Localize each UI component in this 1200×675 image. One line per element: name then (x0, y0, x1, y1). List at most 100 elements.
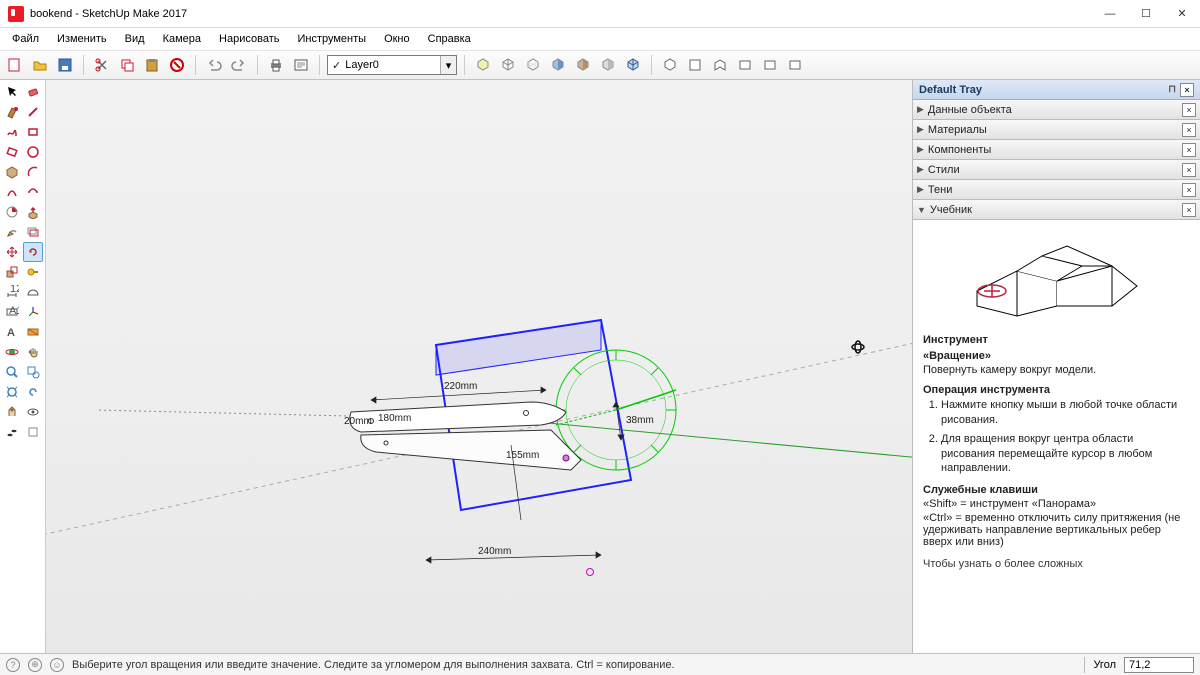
freehand-tool[interactable] (2, 122, 22, 142)
position-camera-tool[interactable] (2, 402, 22, 422)
panel-close-button[interactable]: × (1182, 123, 1196, 137)
panel-close-button[interactable]: × (1182, 163, 1196, 177)
print-button[interactable] (265, 54, 287, 76)
3pt-arc-tool[interactable] (23, 182, 43, 202)
panel-label: Материалы (928, 124, 987, 136)
paint-tool[interactable] (2, 102, 22, 122)
previous-view-tool[interactable] (23, 382, 43, 402)
protractor-tool[interactable] (23, 282, 43, 302)
style-mono-button[interactable] (597, 54, 619, 76)
dimension-tool[interactable]: 12 (2, 282, 22, 302)
text-tool[interactable]: A1 (2, 302, 22, 322)
orbit-tool[interactable] (2, 342, 22, 362)
panel-close-button[interactable]: × (1182, 143, 1196, 157)
rotated-rect-tool[interactable] (2, 142, 22, 162)
layer-combo[interactable]: ✓ Layer0 ▾ (327, 55, 457, 75)
select-tool[interactable] (2, 82, 22, 102)
panel-close-button[interactable]: × (1182, 103, 1196, 117)
view-left-button[interactable] (784, 54, 806, 76)
style-hidden-button[interactable] (522, 54, 544, 76)
view-iso-button[interactable] (659, 54, 681, 76)
style-wireframe-button[interactable] (497, 54, 519, 76)
menu-tools[interactable]: Инструменты (289, 31, 374, 47)
paste-button[interactable] (141, 54, 163, 76)
geo-icon[interactable]: ⊕ (28, 658, 42, 672)
delete-button[interactable] (166, 54, 188, 76)
mod-heading: Служебные клавиши (923, 484, 1190, 496)
view-front-button[interactable] (709, 54, 731, 76)
pie-tool[interactable] (2, 202, 22, 222)
maximize-button[interactable]: ☐ (1128, 0, 1164, 28)
polygon-tool[interactable] (2, 162, 22, 182)
panel-close-button[interactable]: × (1182, 183, 1196, 197)
view-back-button[interactable] (759, 54, 781, 76)
tape-tool[interactable] (23, 262, 43, 282)
new-button[interactable] (4, 54, 26, 76)
arc-tool[interactable] (23, 162, 43, 182)
help-icon[interactable]: ? (6, 658, 20, 672)
menu-edit[interactable]: Изменить (49, 31, 115, 47)
look-around-tool[interactable] (23, 402, 43, 422)
redo-button[interactable] (228, 54, 250, 76)
style-iso-button[interactable] (472, 54, 494, 76)
open-button[interactable] (29, 54, 51, 76)
undo-button[interactable] (203, 54, 225, 76)
followme-tool[interactable] (2, 222, 22, 242)
zoom-window-tool[interactable] (23, 362, 43, 382)
style-shaded-button[interactable] (547, 54, 569, 76)
rectangle-tool[interactable] (23, 122, 43, 142)
move-tool[interactable] (2, 242, 22, 262)
svg-text:A1: A1 (9, 305, 19, 317)
copy-button[interactable] (116, 54, 138, 76)
eraser-tool[interactable] (23, 82, 43, 102)
menu-draw[interactable]: Нарисовать (211, 31, 287, 47)
tray-header[interactable]: Default Tray ⊓ × (913, 80, 1200, 100)
menu-window[interactable]: Окно (376, 31, 418, 47)
inference-point-icon (586, 568, 594, 576)
pan-tool[interactable] (23, 342, 43, 362)
rotate-tool[interactable] (23, 242, 43, 262)
section-tool[interactable] (23, 322, 43, 342)
2pt-arc-tool[interactable] (2, 182, 22, 202)
minimize-button[interactable]: — (1092, 0, 1128, 28)
walk-tool[interactable] (2, 422, 22, 442)
line-tool[interactable] (23, 102, 43, 122)
save-button[interactable] (54, 54, 76, 76)
zoom-extents-tool[interactable] (2, 382, 22, 402)
menu-help[interactable]: Справка (420, 31, 479, 47)
user-icon[interactable]: ☺ (50, 658, 64, 672)
view-top-button[interactable] (684, 54, 706, 76)
panel-components[interactable]: ▶Компоненты× (913, 140, 1200, 160)
viewport[interactable]: 220mm 180mm 20mm 155mm 38mm 240mm (46, 80, 912, 653)
scale-tool[interactable] (2, 262, 22, 282)
style-xray-button[interactable] (622, 54, 644, 76)
close-button[interactable]: ✕ (1164, 0, 1200, 28)
model-info-button[interactable] (290, 54, 312, 76)
tray-close-button[interactable]: × (1180, 83, 1194, 97)
dimension-180: 180mm (378, 413, 411, 424)
section-plane-button[interactable] (23, 422, 43, 442)
view-right-button[interactable] (734, 54, 756, 76)
3dtext-tool[interactable]: A (2, 322, 22, 342)
panel-materials[interactable]: ▶Материалы× (913, 120, 1200, 140)
cut-button[interactable] (91, 54, 113, 76)
zoom-tool[interactable] (2, 362, 22, 382)
dropdown-icon[interactable]: ▾ (440, 56, 456, 74)
panel-instructor[interactable]: ▼Учебник× (913, 200, 1200, 220)
pin-icon[interactable]: ⊓ (1168, 84, 1176, 95)
panel-entity-info[interactable]: ▶Данные объекта× (913, 100, 1200, 120)
menu-camera[interactable]: Камера (155, 31, 209, 47)
menu-view[interactable]: Вид (117, 31, 153, 47)
angle-input[interactable]: 71,2 (1124, 657, 1194, 673)
circle-tool[interactable] (23, 142, 43, 162)
style-shaded-tex-button[interactable] (572, 54, 594, 76)
offset-tool[interactable] (23, 222, 43, 242)
panel-shadows[interactable]: ▶Тени× (913, 180, 1200, 200)
panel-styles[interactable]: ▶Стили× (913, 160, 1200, 180)
menu-file[interactable]: Файл (4, 31, 47, 47)
panel-close-button[interactable]: × (1182, 203, 1196, 217)
pushpull-tool[interactable] (23, 202, 43, 222)
axes-tool[interactable] (23, 302, 43, 322)
panel-label: Данные объекта (928, 104, 1012, 116)
panel-label: Стили (928, 164, 960, 176)
